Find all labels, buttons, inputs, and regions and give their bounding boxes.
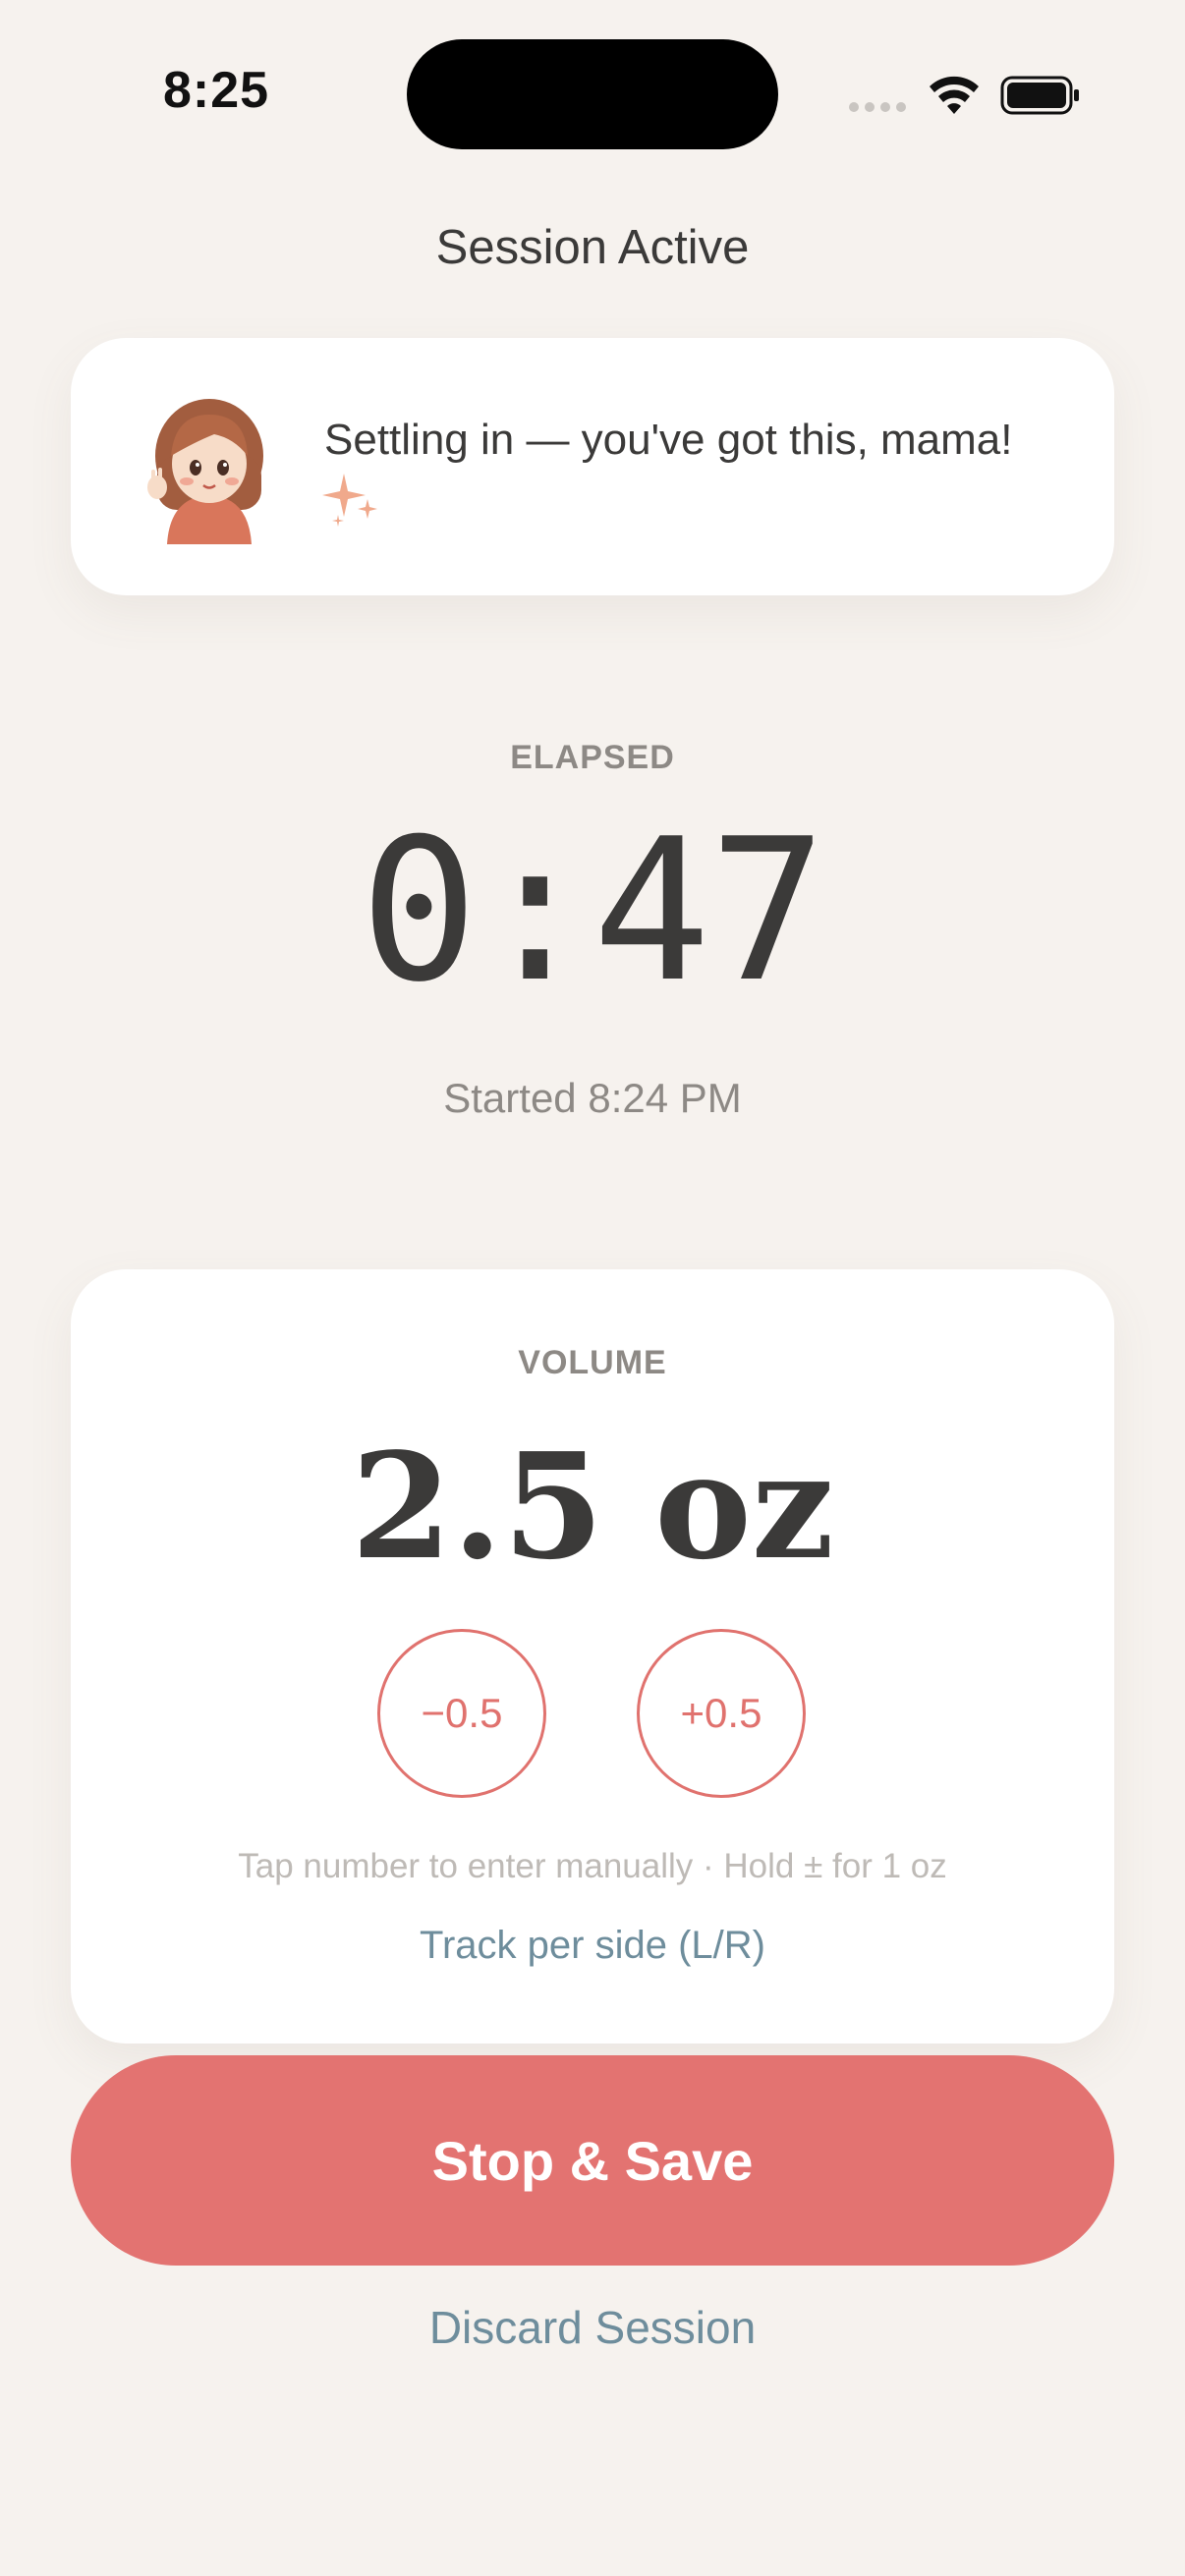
battery-icon	[1000, 76, 1079, 115]
track-per-side-link[interactable]: Track per side (L/R)	[71, 1924, 1114, 1968]
stop-save-button[interactable]: Stop & Save	[71, 2055, 1114, 2266]
volume-hint: Tap number to enter manually · Hold ± fo…	[238, 1847, 947, 1885]
sparkle-icon	[322, 474, 377, 527]
dynamic-island	[407, 39, 778, 149]
wifi-icon	[930, 76, 979, 114]
volume-card: VOLUME 2.5 oz −0.5 +0.5 Tap number to en…	[71, 1269, 1114, 2044]
status-time: 8:25	[163, 62, 270, 119]
session-active-screen: 8:25 Session Active Settling in — you've…	[0, 0, 1185, 2576]
signal-icon	[849, 102, 906, 112]
elapsed-timer: 0:47	[360, 797, 827, 1026]
volume-value[interactable]: 2.5 oz	[71, 1423, 1114, 1590]
discard-session-link[interactable]: Discard Session	[0, 2301, 1185, 2354]
elapsed-label: ELAPSED	[510, 739, 675, 776]
page-title: Session Active	[435, 221, 750, 274]
decrement-volume-button[interactable]: −0.5	[377, 1629, 546, 1798]
mama-avatar-icon	[147, 399, 263, 544]
encouragement-card: Settling in — you've got this, mama!	[71, 338, 1114, 595]
volume-label: VOLUME	[518, 1344, 667, 1381]
started-time: Started 8:24 PM	[443, 1075, 742, 1121]
cheer-message: Settling in — you've got this, mama!	[324, 416, 1013, 464]
increment-volume-button[interactable]: +0.5	[637, 1629, 806, 1798]
